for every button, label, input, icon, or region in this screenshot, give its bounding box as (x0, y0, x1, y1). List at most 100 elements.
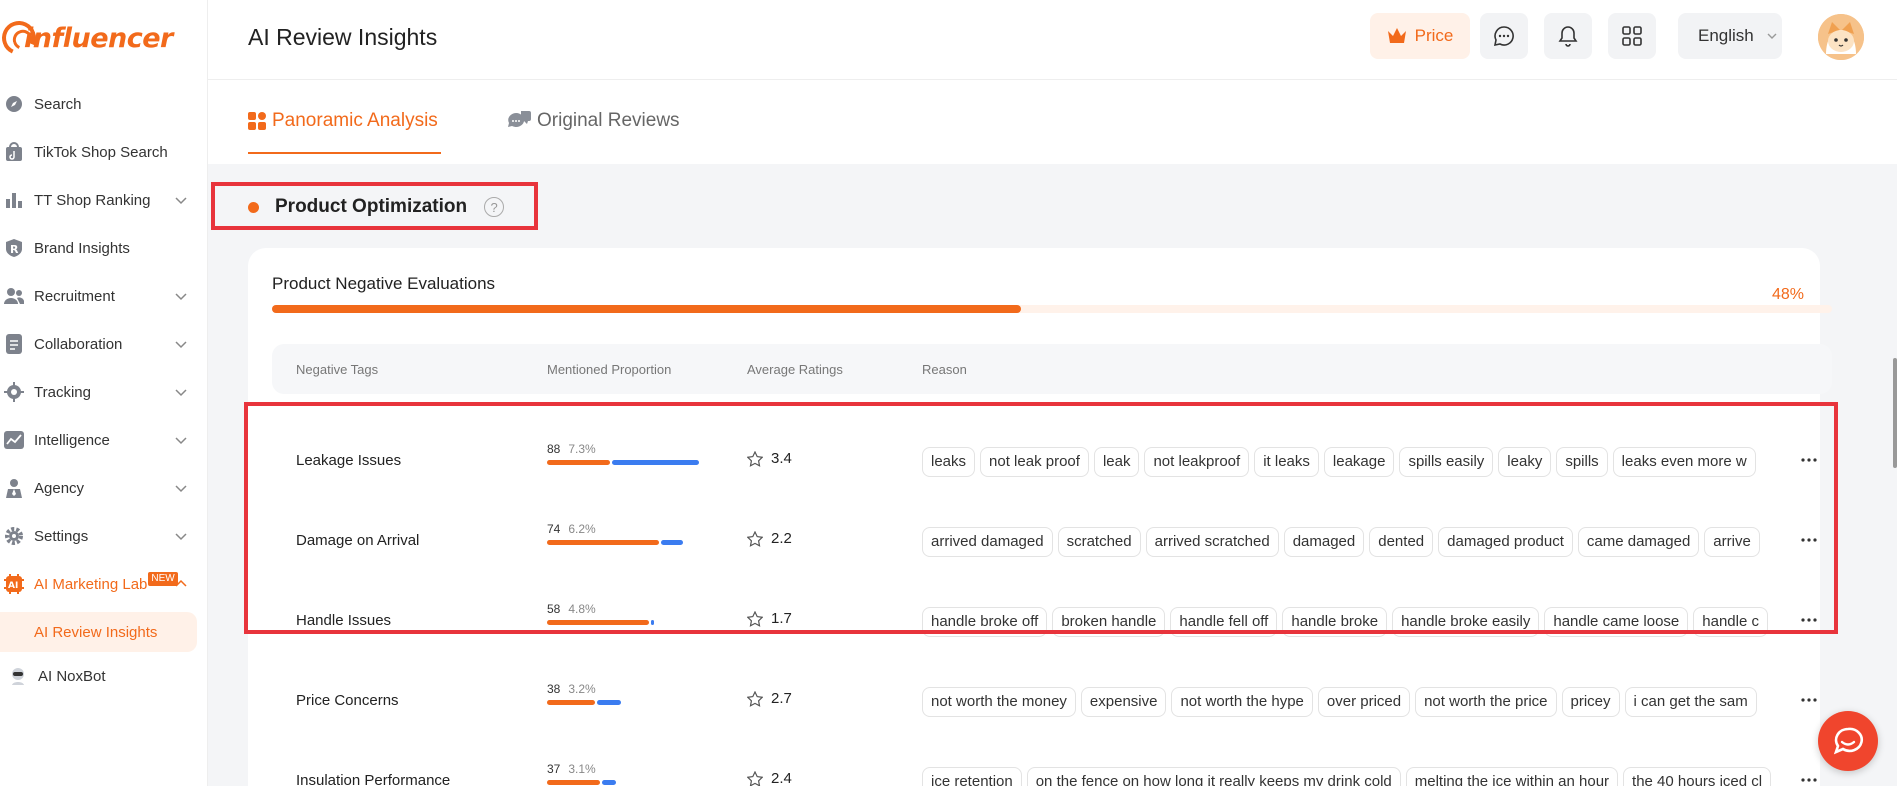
chevron-down-icon (175, 293, 187, 301)
ai-icon: AI (4, 574, 24, 594)
apps-button[interactable] (1608, 13, 1656, 59)
negative-progress-fill (272, 305, 1021, 313)
grid-icon (1622, 26, 1642, 46)
sidebar-item-search[interactable]: Search (0, 80, 208, 128)
highlight-box-top-rows (244, 402, 1838, 634)
column-header-negative-tags: Negative Tags (296, 362, 379, 377)
reason-tag[interactable]: melting the ice within an hour (1405, 767, 1619, 786)
chevron-down-icon (175, 533, 187, 541)
average-rating: 2.4 (747, 770, 792, 786)
reason-tag[interactable]: not worth the price (1415, 687, 1557, 717)
negative-tag-name: Price Concerns (296, 692, 399, 709)
bell-icon (1558, 26, 1578, 47)
more-options-button[interactable] (1797, 768, 1821, 786)
highlight-box-section-title (211, 182, 538, 230)
sidebar-item-intelligence[interactable]: Intelligence (0, 416, 208, 464)
ellipsis-icon (1801, 698, 1817, 702)
sidebar-item-settings[interactable]: Settings (0, 512, 208, 560)
mentioned-proportion: 38 3.2% (547, 682, 717, 705)
sidebar-item-tiktok-shop-search[interactable]: TikTok Shop Search (0, 128, 208, 176)
compass-icon (4, 94, 24, 114)
gear-icon (4, 526, 24, 546)
svg-text:R: R (10, 243, 19, 256)
shop-bag-icon (4, 142, 24, 162)
reason-tag[interactable]: the 40 hours iced cl (1623, 767, 1772, 786)
reason-tags: ice retention on the fence on how long it… (922, 767, 1779, 786)
negative-tag-name: Insulation Performance (296, 772, 451, 786)
trend-icon (4, 430, 24, 450)
support-chat-button[interactable] (1818, 711, 1878, 771)
table-header: Negative Tags Mentioned Proportion Avera… (272, 344, 1832, 394)
reason-tag[interactable]: not worth the hype (1171, 687, 1313, 717)
document-icon (4, 334, 24, 354)
chat-support-icon (1833, 727, 1863, 755)
brand-r-icon: R (4, 238, 24, 258)
price-button[interactable]: Price (1370, 13, 1470, 59)
chevron-down-icon (175, 197, 187, 205)
sidebar-item-label: Brand Insights (34, 239, 130, 257)
chevron-down-icon (175, 437, 187, 445)
sidebar-item-tracking[interactable]: Tracking (0, 368, 208, 416)
table-row: Insulation Performance 37 3.1% 2.4 ice re… (272, 742, 1832, 786)
tab-original-reviews[interactable]: Original Reviews (507, 106, 680, 136)
reason-tag[interactable]: ice retention (922, 767, 1022, 786)
price-label: Price (1414, 26, 1454, 45)
proportion-bar (547, 700, 717, 705)
notification-button[interactable] (1544, 13, 1592, 59)
negative-percent: 48% (1771, 286, 1804, 303)
target-icon (4, 382, 24, 402)
tab-panoramic-analysis[interactable]: Panoramic Analysis (248, 106, 438, 136)
sidebar-item-agency[interactable]: Agency (0, 464, 208, 512)
sidebar-item-label: Search (34, 95, 82, 113)
comments-icon (507, 110, 531, 132)
sidebar-item-brand-insights[interactable]: R Brand Insights (0, 224, 208, 272)
sidebar-item-recruitment[interactable]: Recruitment (0, 272, 208, 320)
sidebar-item-ai-noxbot[interactable]: AI NoxBot (0, 654, 208, 698)
sidebar-item-label: Collaboration (34, 335, 123, 353)
star-icon (747, 770, 763, 786)
tab-label: Panoramic Analysis (272, 110, 438, 131)
sidebar-item-label: AI NoxBot (38, 667, 106, 685)
users-icon (4, 286, 24, 306)
reason-tag[interactable]: not worth the money (922, 687, 1076, 717)
sidebar-item-label: Agency (34, 479, 85, 497)
sidebar-item-ai-marketing-lab[interactable]: AI AI Marketing Lab NEW (0, 560, 208, 608)
reason-tag[interactable]: pricey (1561, 687, 1620, 717)
proportion-bar-orange (547, 780, 600, 785)
reason-tags: not worth the money expensive not worth th… (922, 687, 1779, 717)
rating-value: 2.4 (771, 770, 792, 786)
mentioned-proportion: 37 3.1% (547, 762, 717, 785)
sidebar-item-label: Recruitment (34, 287, 115, 305)
message-button[interactable] (1480, 13, 1528, 59)
sidebar-item-collaboration[interactable]: Collaboration (0, 320, 208, 368)
mention-count: 38 (547, 682, 561, 696)
svg-text:AI: AI (8, 581, 18, 591)
sidebar: influencer Search TikTok Shop Search TT … (0, 0, 208, 786)
reason-tag[interactable]: over priced (1317, 687, 1411, 717)
reason-tag[interactable]: on the fence on how long it really keeps… (1026, 767, 1401, 786)
page-scrollbar[interactable] (1893, 358, 1897, 468)
sidebar-item-label: Settings (34, 527, 89, 545)
mention-count: 37 (547, 762, 561, 776)
mention-percent: 3.2% (568, 682, 596, 696)
average-rating: 2.7 (747, 690, 792, 707)
proportion-bar-orange (547, 700, 595, 705)
avatar[interactable] (1818, 14, 1864, 60)
reason-tag[interactable]: expensive (1080, 687, 1167, 717)
sidebar-item-label: Tracking (34, 383, 91, 401)
sidebar-item-label: AI Marketing Lab (34, 575, 148, 593)
reason-tag[interactable]: i can get the sam (1624, 687, 1757, 717)
sidebar-item-tt-shop-ranking[interactable]: TT Shop Ranking (0, 176, 208, 224)
sidebar-item-label: Intelligence (34, 431, 110, 449)
sidebar-subitem-ai-review-insights[interactable]: AI Review Insights (0, 612, 197, 652)
app-logo[interactable]: influencer (0, 16, 173, 60)
bar-chart-icon (4, 190, 24, 210)
language-label: English (1698, 26, 1754, 45)
cat-avatar-icon (1818, 14, 1864, 60)
more-options-button[interactable] (1797, 688, 1821, 712)
tab-label: Original Reviews (537, 110, 680, 131)
proportion-bar (547, 780, 717, 785)
rating-value: 2.7 (771, 690, 792, 707)
page-title: AI Review Insights (248, 24, 438, 50)
language-select[interactable]: English (1678, 13, 1782, 59)
